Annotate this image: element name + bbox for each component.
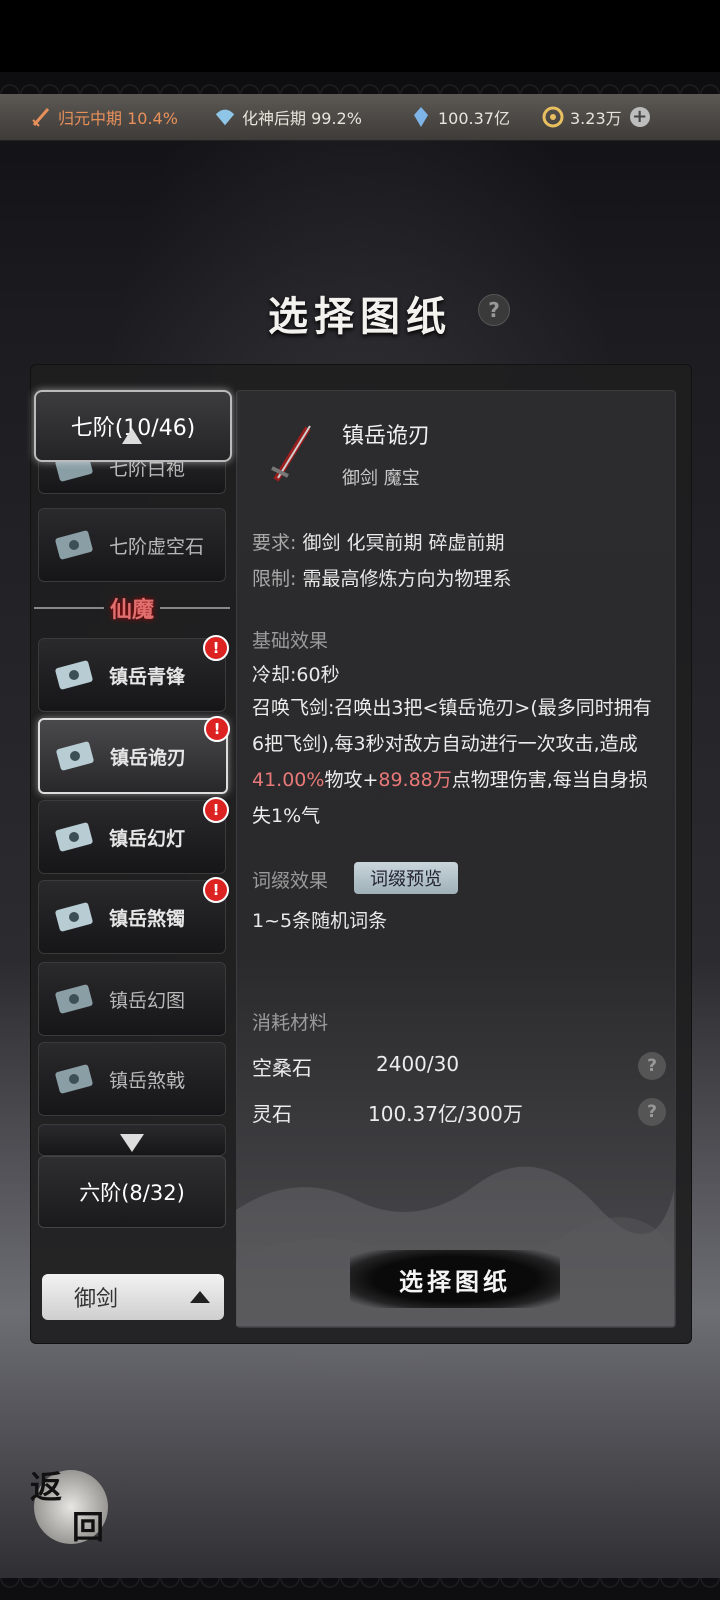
select-blueprint-button[interactable]: 选择图纸 [350, 1250, 560, 1308]
material-help-icon[interactable]: ? [638, 1052, 666, 1080]
decorative-wave-band-bottom [0, 1578, 720, 1600]
spirit-stone-value: 100.37亿 [438, 109, 510, 128]
affix-text: 1~5条随机词条 [252, 910, 388, 932]
material-row: 灵石 100.37亿/300万 [252, 1098, 523, 1127]
coin-value: 3.23万 [570, 109, 622, 128]
materials-title: 消耗材料 [252, 1012, 329, 1034]
list-item[interactable]: 镇岳幻图 [38, 962, 226, 1036]
list-item[interactable]: 镇岳煞戟 [38, 1042, 226, 1116]
cooldown-text: 冷却:60秒 [252, 664, 340, 686]
list-item-label: 镇岳煞戟 [109, 1069, 186, 1092]
cultivation-resource[interactable]: 归元中期 10.4% [30, 94, 178, 140]
scroll-icon [55, 660, 93, 690]
scroll-icon [55, 530, 93, 560]
blueprint-tags: 御剑 魔宝 [342, 468, 420, 489]
sword-icon [30, 106, 52, 128]
list-item[interactable]: 镇岳煞镯 ! [38, 877, 229, 954]
back-button[interactable]: 返 回 [28, 1462, 112, 1546]
fan-icon [214, 106, 236, 128]
crystal-icon [410, 106, 432, 128]
material-qty: 2400/30 [376, 1052, 460, 1076]
scroll-icon [55, 1064, 93, 1094]
desc-text: 物攻+ [324, 769, 379, 791]
scroll-icon [55, 902, 93, 932]
alert-icon: ! [204, 716, 230, 742]
alert-icon: ! [203, 635, 229, 661]
material-name: 空桑石 [252, 1056, 312, 1080]
coin-resource[interactable]: 3.23万 + [542, 94, 650, 140]
alert-icon: ! [203, 797, 229, 823]
scroll-up-arrow-icon[interactable] [122, 428, 142, 444]
help-button[interactable]: ? [478, 294, 510, 326]
scroll-down-arrow-icon[interactable] [120, 1134, 144, 1152]
back-label-2: 回 [72, 1508, 105, 1546]
affix-title: 词缀效果 [252, 870, 329, 892]
desc-percent: 41.00% [252, 769, 325, 791]
cultivation-value: 归元中期 10.4% [58, 109, 178, 128]
list-item-label: 镇岳煞镯 [109, 907, 186, 930]
requirement-key: 要求: [252, 532, 297, 554]
category-select-value: 御剑 [74, 1287, 119, 1312]
tier7-header[interactable]: 七阶(10/46) [34, 390, 232, 462]
requirement-value: 御剑 化冥前期 碎虚前期 [302, 532, 505, 554]
back-label-1: 返 [30, 1468, 63, 1506]
blueprint-name: 镇岳诡刃 [342, 424, 431, 449]
scroll-icon [56, 741, 94, 771]
weapon-icon [271, 425, 311, 482]
list-item[interactable]: 镇岳青锋 ! [38, 635, 229, 712]
coin-icon [542, 106, 564, 128]
page-title: 选择图纸 [268, 293, 452, 340]
material-help-icon[interactable]: ? [638, 1098, 666, 1126]
affix-preview-button[interactable]: 词缀预览 [354, 862, 458, 894]
list-item-label: 镇岳诡刃 [110, 746, 187, 769]
alert-icon: ! [203, 877, 229, 903]
material-qty: 100.37亿/300万 [368, 1102, 523, 1126]
list-item[interactable]: 镇岳幻灯 ! [38, 797, 229, 874]
material-name: 灵石 [252, 1102, 292, 1126]
limit-key: 限制: [252, 568, 297, 590]
status-area [0, 0, 720, 72]
desc-amount: 89.88万 [378, 769, 452, 791]
resource-bar: 归元中期 10.4% 化神后期 99.2% 100.37亿 3.23万 + [0, 94, 720, 141]
limit-value: 需最高修炼方向为物理系 [302, 568, 512, 590]
decorative-wave-band [0, 72, 720, 94]
category-select[interactable]: 御剑 [42, 1274, 224, 1320]
avatar-cultivation-value: 化神后期 99.2% [242, 109, 362, 128]
list-item-label: 镇岳幻灯 [109, 827, 186, 850]
list-item-label: 镇岳青锋 [109, 665, 186, 688]
base-effect-title: 基础效果 [252, 630, 329, 652]
chevron-up-icon [190, 1291, 210, 1303]
requirement-row: 要求: 御剑 化冥前期 碎虚前期 [252, 528, 505, 555]
spirit-stone-resource[interactable]: 100.37亿 [410, 94, 510, 140]
effect-description: 召唤飞剑:召唤出3把<镇岳诡刃>(最多同时拥有6把飞剑),每3秒对敌方自动进行一… [252, 690, 660, 834]
limit-row: 限制: 需最高修炼方向为物理系 [252, 564, 511, 591]
scroll-icon [55, 822, 93, 852]
scroll-icon [55, 984, 93, 1014]
list-item[interactable]: 七阶虚空石 [38, 508, 226, 582]
avatar-cultivation-resource[interactable]: 化神后期 99.2% [214, 94, 362, 140]
list-item-label: 七阶虚空石 [109, 535, 205, 558]
section-divider: 仙魔 [34, 590, 231, 626]
material-row: 空桑石 2400/30 [252, 1052, 459, 1081]
add-coin-button[interactable]: + [629, 107, 650, 127]
divider-label: 仙魔 [110, 597, 155, 623]
list-item-selected[interactable]: 镇岳诡刃 ! [38, 716, 230, 794]
desc-text: 召唤飞剑:召唤出3把<镇岳诡刃>(最多同时拥有6把飞剑),每3秒对敌方自动进行一… [252, 697, 652, 755]
list-item-label: 镇岳幻图 [109, 989, 186, 1012]
tier6-header[interactable]: 六阶(8/32) [38, 1156, 226, 1228]
